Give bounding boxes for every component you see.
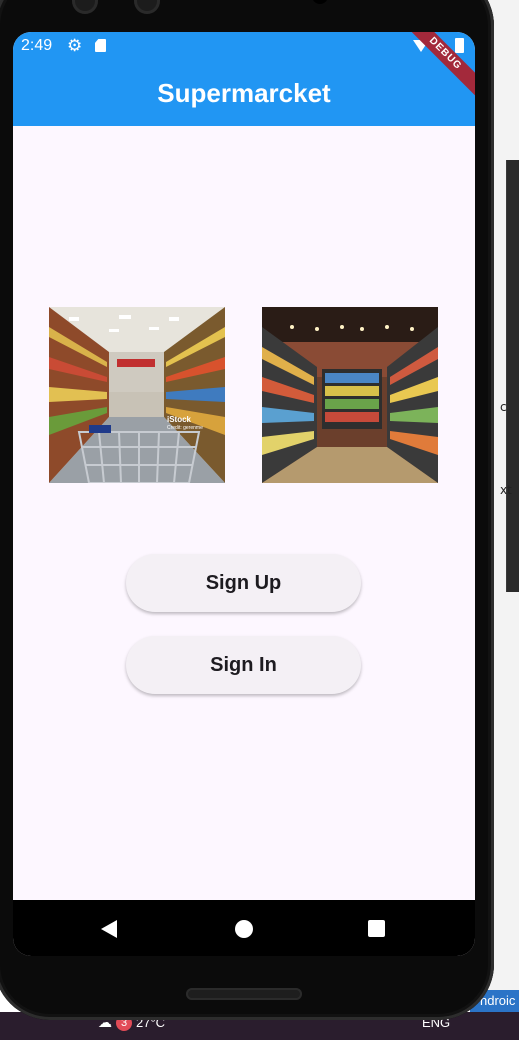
- sign-in-button[interactable]: Sign In: [126, 636, 361, 694]
- ide-side-text: xt: [500, 483, 512, 497]
- supermarket-shelves-image: [262, 307, 438, 483]
- battery-icon: [455, 38, 464, 53]
- supermarket-aisle-cart-image: iStock Credit: gerenme: [49, 307, 225, 483]
- status-bar: 2:49 ⚙: [13, 32, 475, 60]
- app-screen: 2:49 ⚙ Supermarcket DEBUG iStock Credit:…: [13, 32, 475, 956]
- status-time: 2:49: [21, 37, 53, 54]
- sign-up-button[interactable]: Sign Up: [126, 554, 361, 612]
- image-watermark: iStock: [167, 415, 192, 424]
- navigation-bar: [13, 900, 475, 956]
- camera-icon: [134, 0, 160, 14]
- image-credit: Credit: gerenme: [167, 425, 203, 431]
- gear-icon: ⚙: [67, 36, 83, 55]
- ide-side-panel: [506, 160, 519, 592]
- app-bar: Supermarcket: [13, 60, 475, 126]
- ide-side-text: c: [500, 400, 507, 414]
- page-title: Supermarcket: [157, 77, 331, 108]
- camera-icon: [72, 0, 98, 14]
- back-icon[interactable]: [101, 920, 117, 938]
- home-icon[interactable]: [235, 920, 253, 938]
- sdcard-icon: [95, 39, 106, 52]
- speaker-icon: [312, 0, 328, 4]
- phone-bottom-bar: [186, 988, 302, 1000]
- recents-icon[interactable]: [368, 920, 385, 937]
